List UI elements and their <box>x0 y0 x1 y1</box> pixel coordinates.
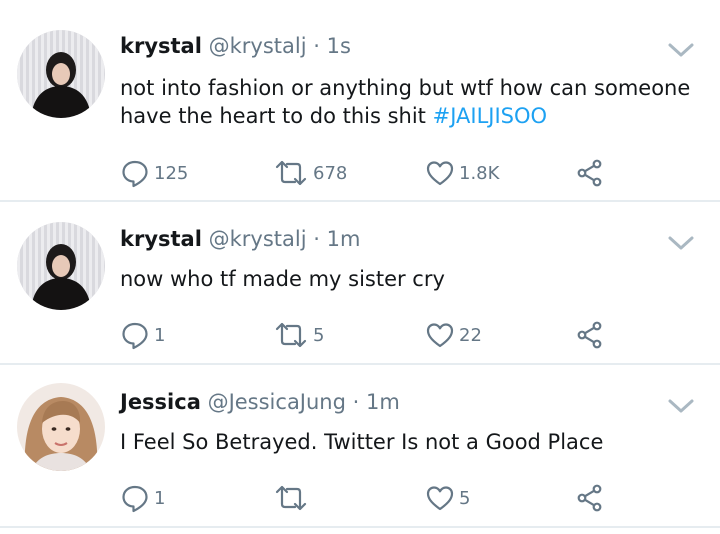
timestamp[interactable]: 1m <box>327 227 361 251</box>
reply-icon <box>120 158 150 188</box>
avatar[interactable] <box>17 383 105 471</box>
tweet-body: I Feel So Betrayed. Twitter Is not a Goo… <box>120 430 604 454</box>
tweet-body: now who tf made my sister cry <box>120 267 445 291</box>
retweet-icon <box>273 158 309 188</box>
reply-count: 1 <box>154 487 166 509</box>
like-count: 22 <box>459 324 482 346</box>
like-icon <box>425 320 455 350</box>
timestamp[interactable]: 1s <box>327 34 351 58</box>
divider <box>0 526 720 528</box>
like-icon <box>425 158 455 188</box>
user-handle[interactable]: @JessicaJung <box>208 390 346 414</box>
reply-count: 125 <box>154 162 189 184</box>
tweet-text: not into fashion or anything but wtf how… <box>120 74 710 130</box>
display-name[interactable]: Jessica <box>120 390 201 414</box>
hashtag-link[interactable]: #JAILJISOO <box>433 104 547 128</box>
share-icon <box>575 320 605 350</box>
like-icon <box>425 483 455 513</box>
display-name[interactable]: krystal <box>120 227 202 251</box>
like-count: 5 <box>459 487 471 509</box>
like-button[interactable]: 1.8K <box>425 157 499 189</box>
reply-button[interactable]: 1 <box>120 319 165 351</box>
timestamp[interactable]: 1m <box>366 390 400 414</box>
tweet[interactable]: krystal @krystalj · 1s not into fashion … <box>0 0 720 200</box>
retweet-count: 678 <box>313 162 348 184</box>
retweet-icon <box>273 483 309 513</box>
like-count: 1.8K <box>459 162 500 184</box>
reply-count: 1 <box>154 324 166 346</box>
separator-dot: · <box>352 390 360 414</box>
user-handle[interactable]: @krystalj <box>209 227 307 251</box>
tweet-header: krystal @krystalj · 1s <box>120 33 351 59</box>
chevron-down-icon[interactable] <box>667 397 695 415</box>
share-icon <box>575 483 605 513</box>
like-button[interactable]: 5 <box>425 482 470 514</box>
separator-dot: · <box>313 34 320 58</box>
chevron-down-icon[interactable] <box>667 234 695 252</box>
tweet-actions: 1 5 22 <box>120 319 620 351</box>
chevron-down-icon[interactable] <box>667 41 695 59</box>
tweet-text: I Feel So Betrayed. Twitter Is not a Goo… <box>120 428 710 456</box>
reply-button[interactable]: 1 <box>120 482 165 514</box>
share-button[interactable] <box>575 319 605 351</box>
tweet-actions: 1 5 <box>120 482 620 514</box>
retweet-button[interactable]: 678 <box>273 157 347 189</box>
tweet[interactable]: Jessica @JessicaJung · 1m I Feel So Betr… <box>0 365 720 525</box>
share-icon <box>575 158 605 188</box>
separator-dot: · <box>313 227 320 251</box>
share-button[interactable] <box>575 482 605 514</box>
retweet-count: 5 <box>313 324 325 346</box>
display-name[interactable]: krystal <box>120 34 202 58</box>
user-handle[interactable]: @krystalj <box>209 34 307 58</box>
tweet-text: now who tf made my sister cry <box>120 265 710 293</box>
reply-button[interactable]: 125 <box>120 157 188 189</box>
tweet-header: krystal @krystalj · 1m <box>120 226 360 252</box>
avatar[interactable] <box>17 222 105 310</box>
tweet-body: not into fashion or anything but wtf how… <box>120 76 691 128</box>
reply-icon <box>120 483 150 513</box>
tweet-header: Jessica @JessicaJung · 1m <box>120 389 400 415</box>
tweet[interactable]: krystal @krystalj · 1m now who tf made m… <box>0 202 720 364</box>
retweet-button[interactable] <box>273 482 313 514</box>
retweet-icon <box>273 320 309 350</box>
reply-icon <box>120 320 150 350</box>
like-button[interactable]: 22 <box>425 319 482 351</box>
tweet-actions: 125 678 1.8K <box>120 157 620 189</box>
share-button[interactable] <box>575 157 605 189</box>
retweet-button[interactable]: 5 <box>273 319 324 351</box>
avatar[interactable] <box>17 30 105 118</box>
